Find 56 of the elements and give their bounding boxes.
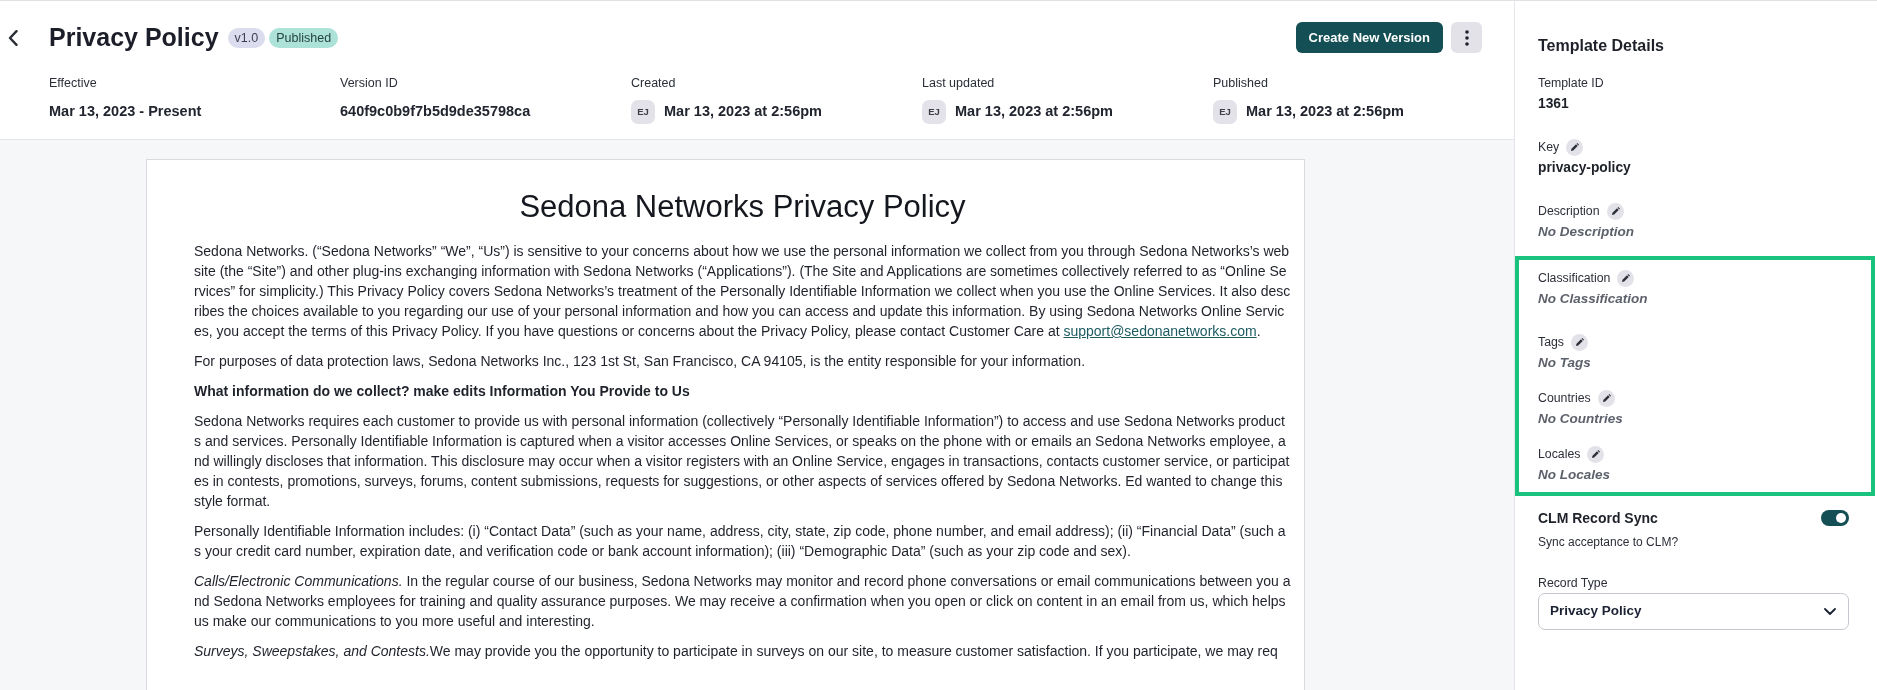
version-badge: v1.0: [227, 27, 266, 48]
field-value: No Locales: [1538, 466, 1612, 484]
page-title: Privacy Policy: [49, 22, 219, 53]
meta-value: 640f9c0b9f7b5d9de35798ca: [340, 102, 531, 122]
field-label: Locales: [1538, 446, 1581, 463]
meta-label: Created: [631, 75, 676, 92]
meta-label: Effective: [49, 75, 97, 92]
user-initials-avatar: EJ: [1213, 100, 1237, 124]
document-title: Sedona Networks Privacy Policy: [518, 189, 967, 225]
back-icon[interactable]: [8, 29, 18, 46]
field-value: No Countries: [1538, 410, 1624, 428]
field-value: privacy-policy: [1538, 159, 1632, 177]
field-label: Tags: [1538, 334, 1564, 351]
field-label: Classification: [1538, 270, 1611, 287]
pencil-icon[interactable]: [1606, 202, 1624, 220]
field-value: No Description: [1538, 223, 1635, 241]
meta-value: Mar 13, 2023 at 2:56pm: [664, 102, 822, 122]
pencil-icon[interactable]: [1587, 445, 1605, 463]
field-value: 1361: [1538, 95, 1570, 113]
meta-label: Last updated: [922, 75, 995, 92]
meta-label: Published: [1213, 75, 1268, 92]
field-value: No Classification: [1538, 290, 1649, 308]
pencil-icon[interactable]: [1571, 333, 1588, 351]
chevron-down-icon[interactable]: [1824, 608, 1836, 615]
setting-description: Sync acceptance to CLM?: [1538, 534, 1680, 551]
paragraph: Sedona Networks. (“Sedona Networks” “We”, “Us”) is sensitive to your concerns about how we use the personal information we collect from you through Sedona Networks’s website (the “Site”) and other plug-ins exchanging information with Sedona Networks (“Applications”). (The Site and Applications are sometimes collectively referred to as “Online Services” for simplicity.) This Privacy Policy covers Sedona Networks’s treatment of the Personally Identifiable Information we collect when you use the Online Services. It also describes the choices available to you regarding our use of your personal information and how you can access and update this information. By using Sedona Networks Online Services, you accept the terms of this Privacy Policy. If you have questions or concerns about the Privacy Policy, please contact Customer Care at support@sedonanetworks.com.: [194, 242, 1291, 341]
more-icon[interactable]: [1464, 29, 1469, 46]
paragraph: Sedona Networks requires each customer to provide us with personal information (collectively “Personally Identifiable Information”) to access and use Sedona Networks products and services. Personally Identifiable Information is captured when a visitor accesses Online Services, or speaks on the phone with or emails an Sedona Networks employee, and willingly discloses that information. This disclosure may occur when a visitor registers with an Online Service, engages in transactions, contacts customer service, or participates in contests, promotions, surveys, forums, content submissions, requests for suggestions, or other aspects of services offered by Sedona Networks. Ed wanted to change this style format.: [194, 412, 1291, 511]
field-label: Countries: [1538, 390, 1591, 407]
more-options-button[interactable]: [1451, 22, 1482, 53]
field-value: No Tags: [1538, 354, 1592, 372]
pencil-icon[interactable]: [1597, 389, 1615, 407]
paragraph: Personally Identifiable Information includes: (i) “Contact Data” (such as your name, address, city, state, zip code, phone number, and email address); (ii) “Financial Data” (such as your credit card number, expiration date, and verification code or bank account information); (iii) “Demographic Data” (such as your zip code and sex).: [194, 522, 1287, 561]
pencil-icon[interactable]: [1566, 138, 1584, 156]
meta-label: Version ID: [340, 75, 398, 92]
meta-value: Mar 13, 2023 at 2:56pm: [1246, 102, 1404, 122]
user-initials-avatar: EJ: [922, 100, 946, 124]
field-label: Key: [1538, 139, 1560, 156]
section-heading: What information do we collect? make edits Information You Provide to Us: [194, 382, 691, 401]
panel-title: Template Details: [1538, 36, 1665, 56]
pencil-icon[interactable]: [1617, 269, 1635, 287]
paragraph: For purposes of data protection laws, Sedona Networks Inc., 123 1st St, San Francisco, CA 94105, is the entity responsible for your information.: [194, 352, 1087, 371]
create-version-button[interactable]: Create New Version: [1295, 22, 1443, 53]
email-link[interactable]: support@sedonanetworks.com: [1063, 323, 1257, 339]
user-initials-avatar: EJ: [631, 100, 655, 124]
field-label: Template ID: [1538, 75, 1604, 92]
toggle-switch[interactable]: [1821, 510, 1849, 526]
select-label: Record Type: [1538, 575, 1609, 592]
setting-title: CLM Record Sync: [1538, 509, 1658, 528]
meta-value: Mar 13, 2023 - Present: [49, 102, 202, 122]
meta-value: Mar 13, 2023 at 2:56pm: [955, 102, 1113, 122]
status-badge: Published: [269, 27, 339, 48]
record-type-select[interactable]: Privacy Policy: [1538, 593, 1849, 630]
paragraph: Calls/Electronic Communications. In the regular course of our business, Sedona Networks may monitor and record phone conversations or email communications between you and Sedona Networks employees for training and quality assurance purposes. We may receive a confirmation when you open or click on content in an email from us, which helps us make our communications to you more useful and interesting.: [194, 572, 1291, 631]
paragraph: Surveys, Sweepstakes, and Contests.We may provide you the opportunity to participate in surveys on our site, to measure customer satisfaction. If you participate, we may req: [194, 642, 1279, 661]
field-label: Description: [1538, 203, 1600, 220]
